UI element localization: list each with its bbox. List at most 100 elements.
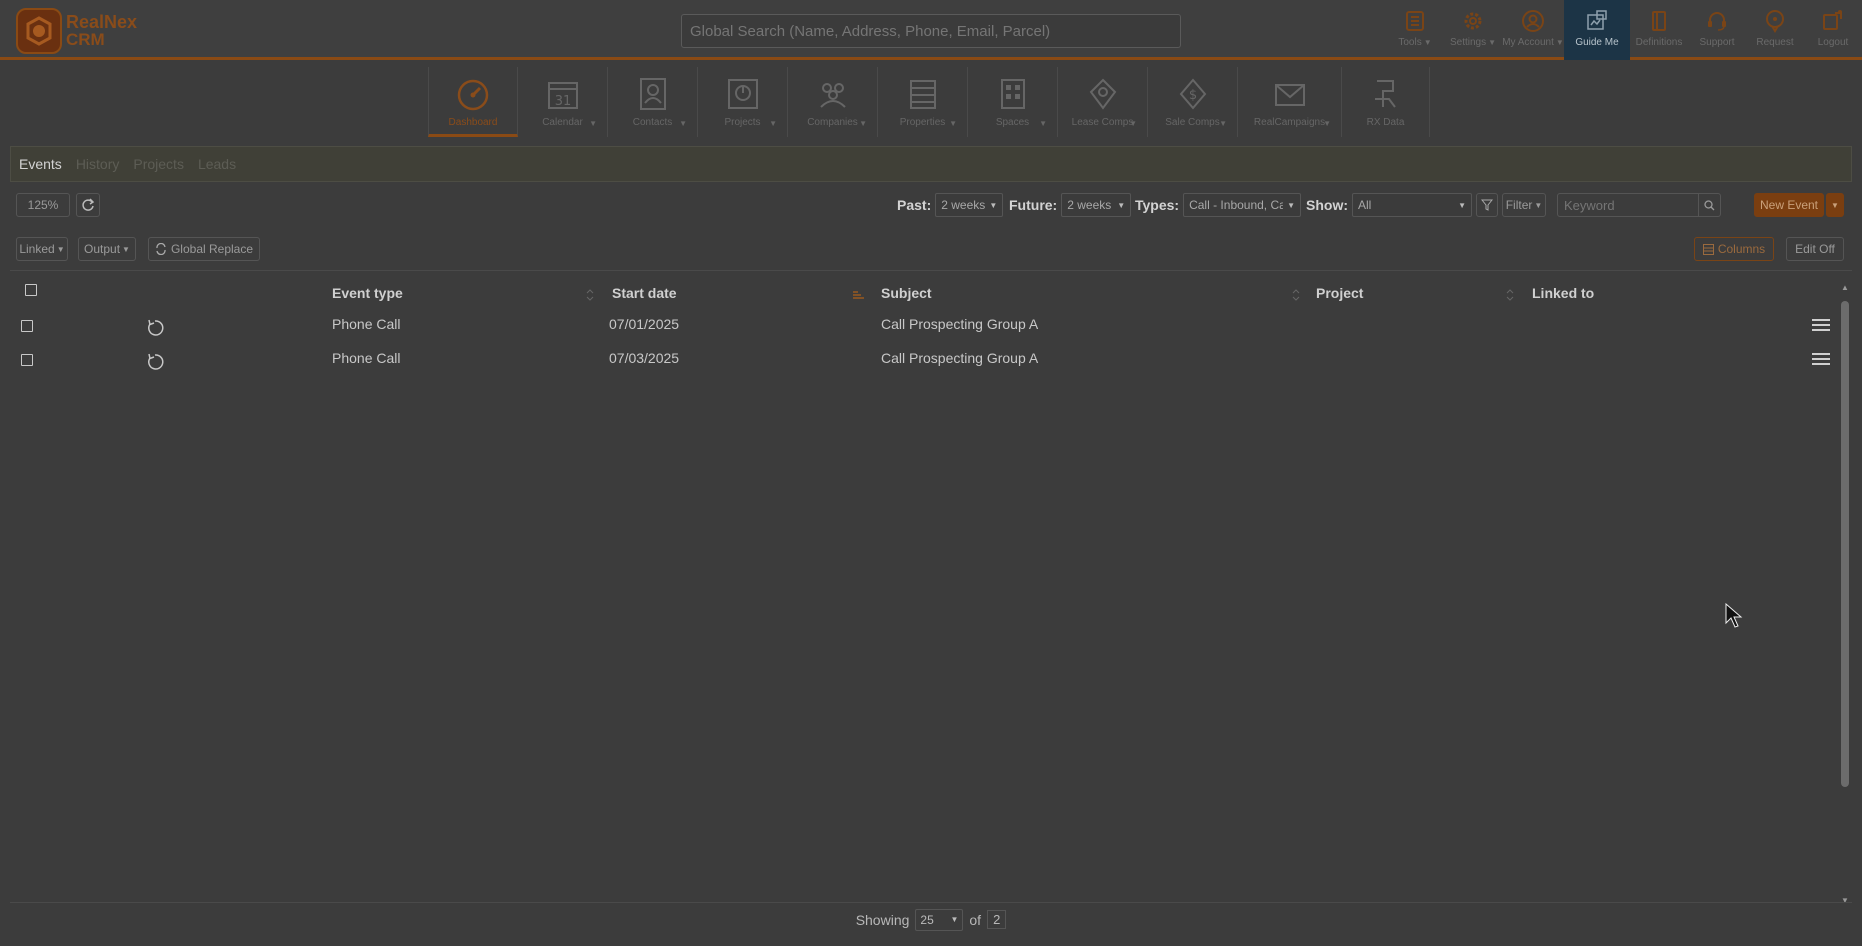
column-header-linked-to[interactable]: Linked to	[1532, 285, 1594, 301]
tab-projects[interactable]: Projects	[133, 156, 184, 172]
show-label: Show:	[1306, 197, 1348, 213]
refresh-button[interactable]	[76, 193, 100, 217]
row-menu-icon[interactable]	[1812, 352, 1830, 366]
definitions-label: Definitions	[1635, 37, 1683, 48]
funnel-filter-button[interactable]	[1476, 193, 1498, 217]
sale-comps-dollar-symbol: $	[1188, 88, 1196, 103]
tools-icon	[1406, 11, 1424, 31]
columns-button[interactable]: Columns	[1694, 237, 1774, 261]
module-nav: Dashboard 31 Calendar ▼ Contacts ▼ Project…	[428, 67, 1430, 137]
module-projects[interactable]: Projects ▼	[698, 67, 788, 137]
sort-desc-icon[interactable]	[852, 289, 864, 301]
request-button[interactable]: Request	[1746, 0, 1804, 60]
table-scrollbar[interactable]: ▲ ▼	[1840, 283, 1850, 905]
global-replace-button[interactable]: Global Replace	[148, 237, 260, 261]
sort-icon[interactable]	[584, 289, 596, 301]
module-spaces[interactable]: Spaces ▼	[968, 67, 1058, 137]
support-button[interactable]: Support	[1688, 0, 1746, 60]
module-contacts[interactable]: Contacts ▼	[608, 67, 698, 137]
module-calendar[interactable]: 31 Calendar ▼	[518, 67, 608, 137]
rx-data-icon	[1374, 80, 1396, 108]
module-dashboard-label: Dashboard	[448, 117, 498, 128]
my-account-label: My Account	[1502, 37, 1554, 48]
table-row[interactable]: Phone Call 07/03/2025 Call Prospecting G…	[10, 343, 1832, 377]
per-page-select[interactable]: 25 ▼	[915, 908, 964, 931]
module-realcampaigns[interactable]: RealCampaigns ▼	[1238, 67, 1342, 137]
scrollbar-thumb[interactable]	[1841, 301, 1849, 787]
past-select[interactable]: 2 weeks ▼	[935, 193, 1004, 217]
scroll-up-icon[interactable]: ▲	[1841, 283, 1849, 292]
logout-button[interactable]: Logout	[1804, 0, 1862, 60]
settings-label: Settings	[1449, 37, 1487, 48]
types-select[interactable]: Call - Inbound, Ca ▼	[1183, 193, 1302, 217]
future-select[interactable]: 2 weeks ▼	[1061, 193, 1132, 217]
companies-icon	[819, 83, 846, 108]
row-menu-icon[interactable]	[1812, 318, 1830, 332]
sort-icon[interactable]	[1504, 289, 1516, 301]
linked-label: Linked	[19, 242, 55, 256]
my-account-menu[interactable]: My Account ▼	[1502, 0, 1564, 60]
table-row[interactable]: Phone Call 07/01/2025 Call Prospecting G…	[10, 309, 1832, 343]
output-dropdown[interactable]: Output ▼	[78, 237, 136, 261]
column-header-subject[interactable]: Subject	[881, 285, 932, 301]
filter-label: Filter	[1505, 198, 1533, 212]
logout-icon	[1823, 10, 1842, 30]
realnex-logo[interactable]: RealNex CRM	[16, 8, 146, 54]
guide-me-icon	[1587, 10, 1607, 30]
realcampaigns-icon	[1274, 84, 1305, 106]
recurring-icon	[148, 353, 164, 370]
module-dashboard[interactable]: Dashboard	[428, 67, 518, 137]
past-label: Past:	[897, 197, 932, 213]
module-lease-comps[interactable]: Lease Comps ▼	[1058, 67, 1148, 137]
pagination-footer: Showing 25 ▼ of 2	[10, 902, 1852, 936]
module-realcampaigns-label: RealCampaigns	[1253, 117, 1326, 128]
logo-text-line1: RealNex	[66, 12, 138, 32]
tab-leads[interactable]: Leads	[198, 156, 236, 172]
spaces-icon	[1000, 79, 1025, 109]
new-event-dropdown-button[interactable]: ▼	[1826, 193, 1844, 217]
edit-off-toggle[interactable]: Edit Off	[1786, 237, 1844, 261]
module-properties[interactable]: Properties ▼	[878, 67, 968, 137]
contacts-icon	[639, 78, 666, 110]
zoom-level-button[interactable]: 125%	[16, 193, 70, 217]
row-checkbox[interactable]	[21, 354, 33, 366]
global-replace-label: Global Replace	[170, 242, 254, 256]
sort-icon[interactable]	[1290, 289, 1302, 301]
linked-dropdown[interactable]: Linked ▼	[16, 237, 68, 261]
request-label: Request	[1756, 37, 1794, 48]
module-rx-data-label: RX Data	[1366, 117, 1405, 128]
module-companies[interactable]: Companies ▼	[788, 67, 878, 137]
new-event-button[interactable]: New Event	[1754, 193, 1824, 217]
guide-me-label: Guide Me	[1575, 37, 1619, 48]
filter-dropdown-button[interactable]: Filter ▼	[1502, 193, 1546, 217]
tab-history[interactable]: History	[76, 156, 120, 172]
row-checkbox[interactable]	[21, 320, 33, 332]
global-search-input[interactable]	[681, 14, 1181, 48]
column-header-project[interactable]: Project	[1316, 285, 1363, 301]
settings-menu[interactable]: Settings ▼	[1444, 0, 1502, 60]
keyword-input[interactable]	[1564, 197, 1694, 213]
support-label: Support	[1699, 37, 1735, 48]
keyword-search-button[interactable]	[1698, 194, 1720, 216]
logo-text-line2: CRM	[66, 30, 105, 49]
tab-events[interactable]: Events	[19, 156, 62, 172]
refresh-icon	[82, 198, 95, 211]
columns-icon	[1702, 243, 1714, 255]
module-rx-data[interactable]: RX Data	[1342, 67, 1430, 137]
select-all-checkbox[interactable]	[25, 284, 37, 296]
definitions-button[interactable]: Definitions	[1630, 0, 1688, 60]
events-toolbar: 125% Past: 2 weeks ▼ Future: 2 weeks ▼ Typ…	[10, 193, 1852, 219]
calendar-icon: 31	[547, 82, 578, 109]
module-companies-label: Companies	[807, 117, 858, 128]
column-header-start-date[interactable]: Start date	[612, 285, 677, 301]
column-header-event-type[interactable]: Event type	[332, 285, 403, 301]
keyword-search	[1557, 193, 1721, 217]
future-value: 2 weeks	[1067, 198, 1112, 212]
show-select[interactable]: All ▼	[1352, 193, 1472, 217]
cell-event-type: Phone Call	[332, 350, 401, 366]
guide-me-button[interactable]: Guide Me	[1564, 0, 1630, 60]
module-sale-comps-label: Sale Comps	[1165, 117, 1220, 128]
output-label: Output	[84, 242, 121, 256]
tools-menu[interactable]: Tools ▼	[1386, 0, 1444, 60]
module-sale-comps[interactable]: $ Sale Comps ▼	[1148, 67, 1238, 137]
